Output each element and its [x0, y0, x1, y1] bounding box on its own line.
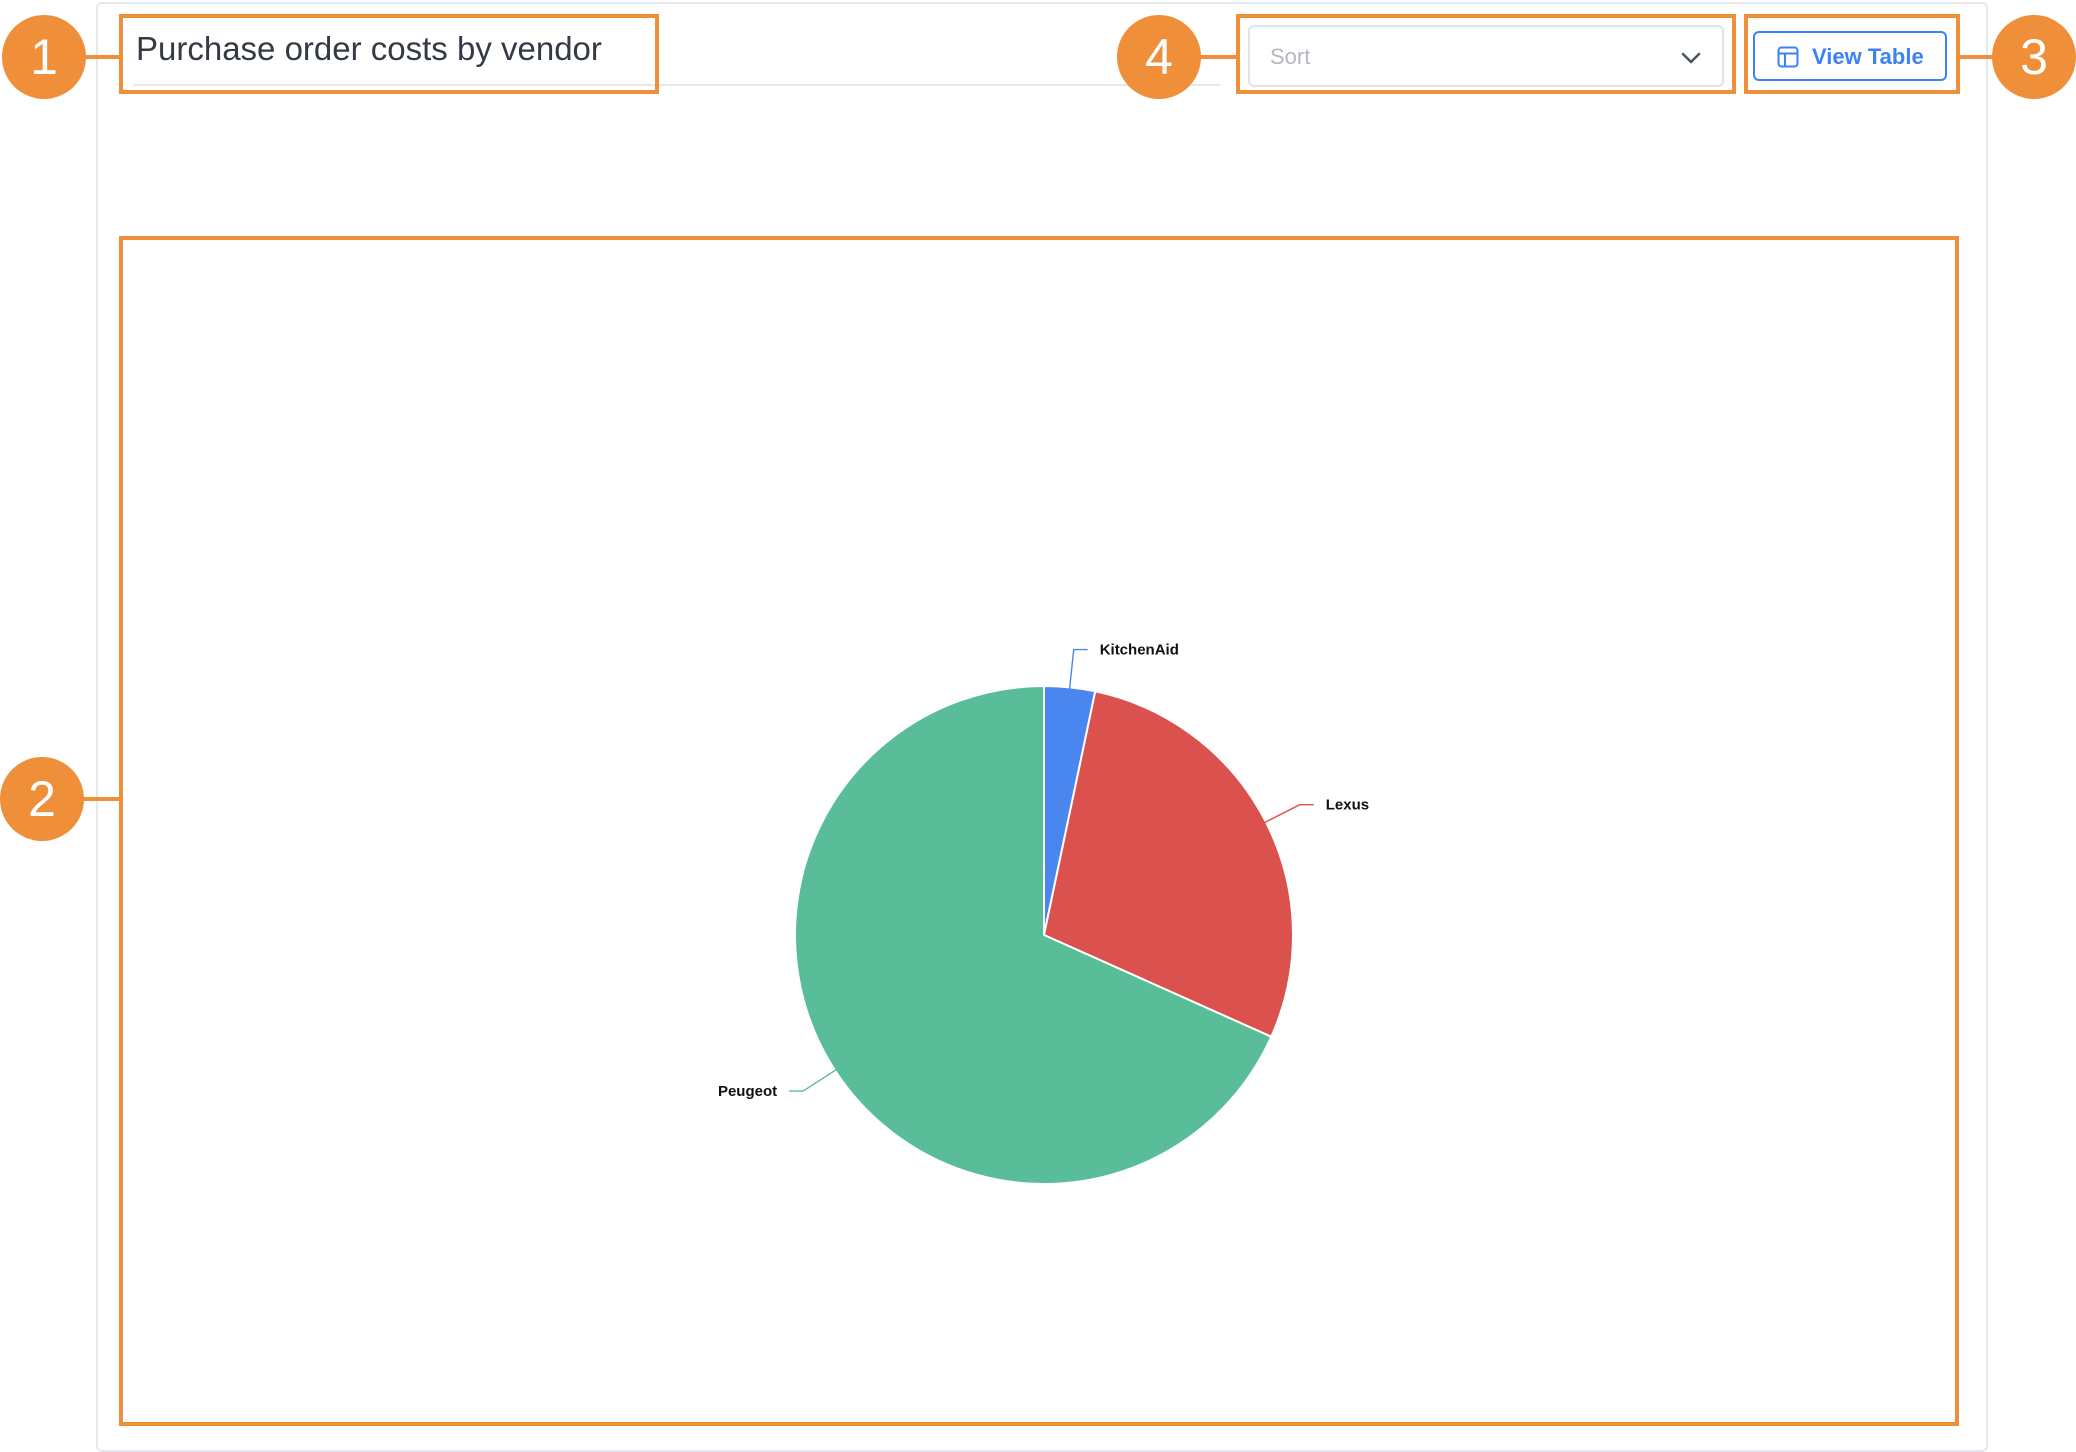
- highlight-chart-area: [119, 236, 1959, 1426]
- callout-4: 4: [1117, 15, 1201, 99]
- highlight-sort: [1236, 14, 1736, 94]
- highlight-view-table: [1744, 14, 1960, 94]
- callout-3: 3: [1992, 15, 2076, 99]
- highlight-title: [119, 14, 659, 94]
- callout-1-connector: [80, 55, 120, 59]
- callout-1: 1: [2, 15, 86, 99]
- callout-2-connector: [80, 797, 120, 801]
- callout-4-connector: [1195, 55, 1237, 59]
- callout-2: 2: [0, 757, 84, 841]
